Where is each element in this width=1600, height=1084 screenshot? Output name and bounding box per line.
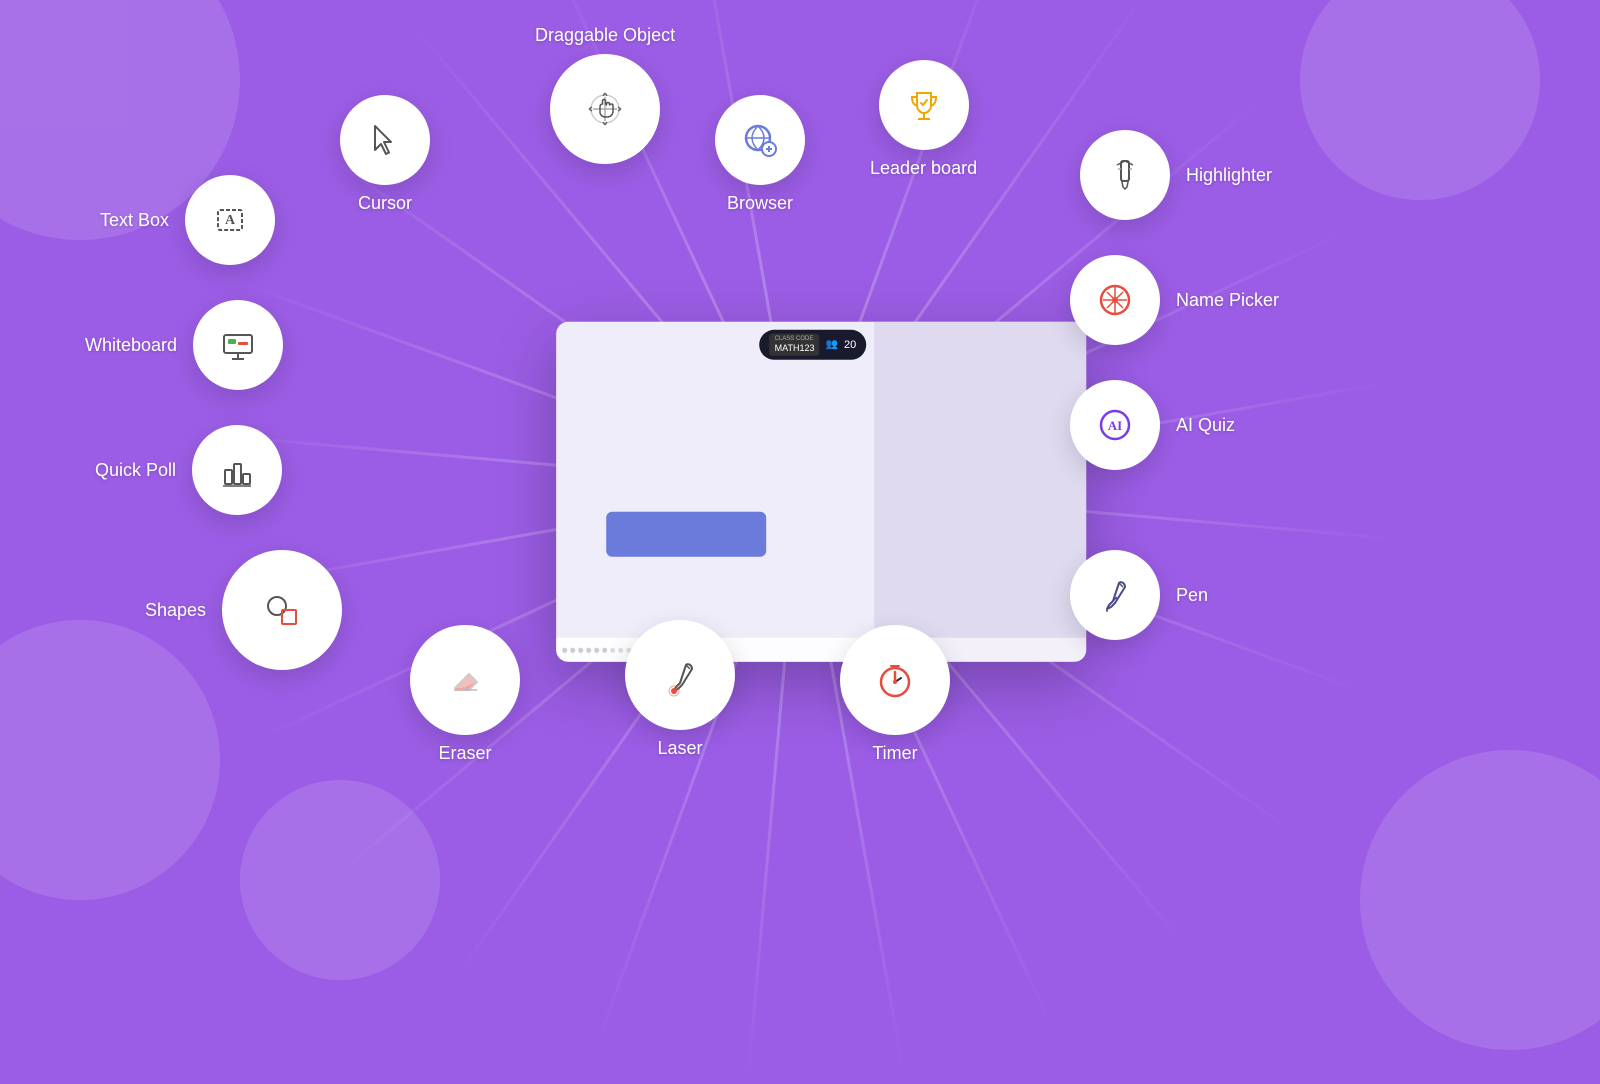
blue-rectangle (606, 512, 766, 557)
ai-icon: AI (1093, 403, 1137, 447)
poll-icon (215, 448, 259, 492)
svg-text:AI: AI (1108, 418, 1122, 433)
highlighter-label: Highlighter (1186, 165, 1272, 186)
class-code: MATH123 (775, 343, 815, 353)
screen-main: CLASS CODE MATH123 👥 20 (556, 322, 874, 662)
leaderboard-label: Leader board (870, 158, 977, 179)
whiteboard-circle (193, 300, 283, 390)
feature-pen[interactable]: Pen (1070, 550, 1208, 640)
shapes-icon (260, 588, 304, 632)
eraser-circle (410, 625, 520, 735)
textbox-label: Text Box (100, 210, 169, 231)
cursor-circle (340, 95, 430, 185)
feature-draggable[interactable]: Draggable Object (535, 25, 675, 164)
textbox-circle: A (185, 175, 275, 265)
leaderboard-circle (879, 60, 969, 150)
shapes-label: Shapes (145, 600, 206, 621)
quickpoll-label: Quick Poll (95, 460, 176, 481)
screen-side (874, 322, 1086, 662)
students-icon: 👥 (825, 339, 837, 350)
feature-namepicker[interactable]: Name Picker (1070, 255, 1279, 345)
laser-icon (658, 653, 702, 697)
shapes-circle (222, 550, 342, 670)
bg-blob-3 (240, 780, 440, 980)
feature-cursor[interactable]: Cursor (340, 95, 430, 214)
highlighter-circle (1080, 130, 1170, 220)
aiquiz-label: AI Quiz (1176, 415, 1235, 436)
screen-header: CLASS CODE MATH123 👥 20 (760, 330, 867, 360)
timer-circle (840, 625, 950, 735)
cursor-label: Cursor (358, 193, 412, 214)
feature-browser[interactable]: Browser (715, 95, 805, 214)
draggable-icon (583, 87, 627, 131)
pen-label: Pen (1176, 585, 1208, 606)
class-code-box: CLASS CODE MATH123 (770, 334, 820, 356)
bg-blob-4 (1300, 0, 1540, 200)
feature-eraser[interactable]: Eraser (410, 625, 520, 764)
feature-shapes[interactable]: Shapes (145, 550, 342, 670)
feature-quickpoll[interactable]: Quick Poll (95, 425, 282, 515)
textbox-icon: A (208, 198, 252, 242)
namepicker-label: Name Picker (1176, 290, 1279, 311)
feature-leaderboard[interactable]: Leader board (870, 60, 977, 179)
highlighter-icon (1103, 153, 1147, 197)
laser-label: Laser (657, 738, 702, 759)
feature-aiquiz[interactable]: AI AI Quiz (1070, 380, 1235, 470)
center-screen: CLASS CODE MATH123 👥 20 (556, 322, 1086, 662)
pen-icon (1093, 573, 1137, 617)
browser-icon (738, 118, 782, 162)
draggable-label: Draggable Object (535, 25, 675, 46)
browser-label: Browser (727, 193, 793, 214)
bg-blob-5 (1360, 750, 1600, 1050)
svg-text:A: A (225, 213, 236, 228)
timer-label: Timer (872, 743, 917, 764)
whiteboard-label: Whiteboard (85, 335, 177, 356)
draggable-circle (550, 54, 660, 164)
pen-circle (1070, 550, 1160, 640)
whiteboard-icon (216, 323, 260, 367)
wheel-icon (1093, 278, 1137, 322)
trophy-icon (902, 83, 946, 127)
cursor-icon (363, 118, 407, 162)
quickpoll-circle (192, 425, 282, 515)
feature-laser[interactable]: Laser (625, 620, 735, 759)
aiquiz-circle: AI (1070, 380, 1160, 470)
timer-icon (873, 658, 917, 702)
students-count: 20 (844, 339, 856, 351)
browser-circle (715, 95, 805, 185)
feature-textbox[interactable]: Text Box A (100, 175, 275, 265)
feature-highlighter[interactable]: Highlighter (1080, 130, 1272, 220)
eraser-label: Eraser (438, 743, 491, 764)
feature-whiteboard[interactable]: Whiteboard (85, 300, 283, 390)
laser-circle (625, 620, 735, 730)
eraser-icon (443, 658, 487, 702)
feature-timer[interactable]: Timer (840, 625, 950, 764)
namepicker-circle (1070, 255, 1160, 345)
